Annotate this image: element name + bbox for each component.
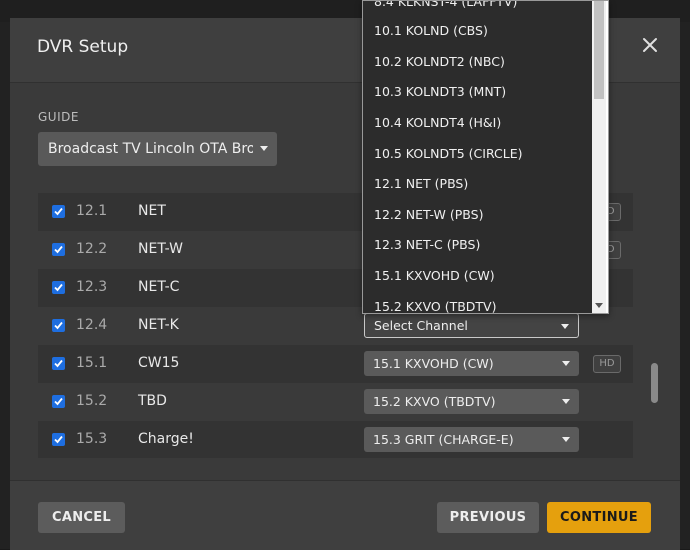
dropdown-scrollbar[interactable] [592, 1, 606, 313]
table-scrollbar[interactable] [651, 363, 658, 403]
channel-number: 12.4 [76, 317, 108, 333]
channel-select[interactable]: 15.2 KXVO (TBDTV) [364, 389, 579, 414]
channel-name: CW15 [138, 355, 180, 371]
dropdown-option[interactable]: 8.4 KLKNST-4 (LAFFTV) [363, 1, 592, 17]
scroll-down-arrow-icon[interactable] [595, 303, 603, 308]
modal-footer: CANCEL PREVIOUS CONTINUE [10, 480, 680, 550]
previous-button[interactable]: PREVIOUS [437, 502, 539, 533]
channel-number: 15.3 [76, 431, 108, 447]
channel-number: 12.1 [76, 203, 108, 219]
channel-select-value: 15.2 KXVO (TBDTV) [373, 394, 496, 409]
channel-checkbox[interactable] [52, 319, 65, 332]
channel-checkbox[interactable] [52, 433, 65, 446]
dropdown-option[interactable]: 12.3 NET-C (PBS) [363, 230, 592, 260]
channel-name: TBD [138, 393, 167, 409]
dropdown-option[interactable]: 12.1 NET (PBS) [363, 169, 592, 199]
channel-number: 15.1 [76, 355, 108, 371]
channel-select-value: 15.3 GRIT (CHARGE-E) [373, 432, 514, 447]
channel-select-value: 15.1 KXVOHD (CW) [373, 356, 494, 371]
dropdown-option[interactable]: 15.2 KXVO (TBDTV) [363, 292, 592, 313]
channel-checkbox[interactable] [52, 395, 65, 408]
cancel-button[interactable]: CANCEL [38, 502, 125, 533]
close-icon[interactable] [638, 33, 662, 57]
modal-title: DVR Setup [37, 37, 129, 57]
guide-label: GUIDE [38, 110, 79, 124]
channel-number: 12.2 [76, 241, 108, 257]
dropdown-options: 8.4 KLKNST-4 (LAFFTV) 10.1 KOLND (CBS) 1… [363, 1, 592, 313]
chevron-down-icon [562, 399, 570, 404]
channel-name: NET-K [138, 317, 179, 333]
chevron-down-icon [562, 437, 570, 442]
dropdown-option[interactable]: 12.2 NET-W (PBS) [363, 200, 592, 230]
chevron-down-icon [562, 361, 570, 366]
dropdown-option[interactable]: 10.1 KOLND (CBS) [363, 16, 592, 46]
dropdown-option[interactable]: 10.3 KOLNDT3 (MNT) [363, 77, 592, 107]
dropdown-option[interactable]: 10.4 KOLNDT4 (H&I) [363, 108, 592, 138]
channel-name: NET-W [138, 241, 183, 257]
channel-checkbox[interactable] [52, 205, 65, 218]
chevron-down-icon [260, 146, 268, 151]
channel-name: NET-C [138, 279, 180, 295]
channel-select[interactable]: Select Channel [364, 313, 579, 338]
table-row: 15.2 TBD 15.2 KXVO (TBDTV) [38, 383, 633, 421]
dropdown-scroll-thumb[interactable] [594, 1, 604, 99]
table-row: 15.1 CW15 15.1 KXVOHD (CW) HD [38, 345, 633, 383]
channel-checkbox[interactable] [52, 357, 65, 370]
table-row: 15.3 Charge! 15.3 GRIT (CHARGE-E) [38, 421, 633, 458]
guide-select-value: Broadcast TV Lincoln OTA Broadcast [48, 141, 253, 157]
dropdown-option[interactable]: 15.1 KXVOHD (CW) [363, 261, 592, 291]
channel-name: Charge! [138, 431, 194, 447]
channel-select[interactable]: 15.3 GRIT (CHARGE-E) [364, 427, 579, 452]
continue-button[interactable]: CONTINUE [547, 502, 651, 533]
channel-select-value: Select Channel [374, 318, 468, 333]
channel-name: NET [138, 203, 166, 219]
channel-number: 15.2 [76, 393, 108, 409]
hd-badge: HD [593, 355, 621, 373]
dropdown-option[interactable]: 10.5 KOLNDT5 (CIRCLE) [363, 139, 592, 169]
channel-checkbox[interactable] [52, 281, 65, 294]
channel-dropdown-list: 8.4 KLKNST-4 (LAFFTV) 10.1 KOLND (CBS) 1… [362, 0, 609, 314]
channel-select[interactable]: 15.1 KXVOHD (CW) [364, 351, 579, 376]
dropdown-option[interactable]: 10.2 KOLNDT2 (NBC) [363, 47, 592, 77]
channel-checkbox[interactable] [52, 243, 65, 256]
chevron-down-icon [561, 324, 569, 329]
channel-number: 12.3 [76, 279, 108, 295]
guide-select[interactable]: Broadcast TV Lincoln OTA Broadcast [38, 132, 277, 166]
